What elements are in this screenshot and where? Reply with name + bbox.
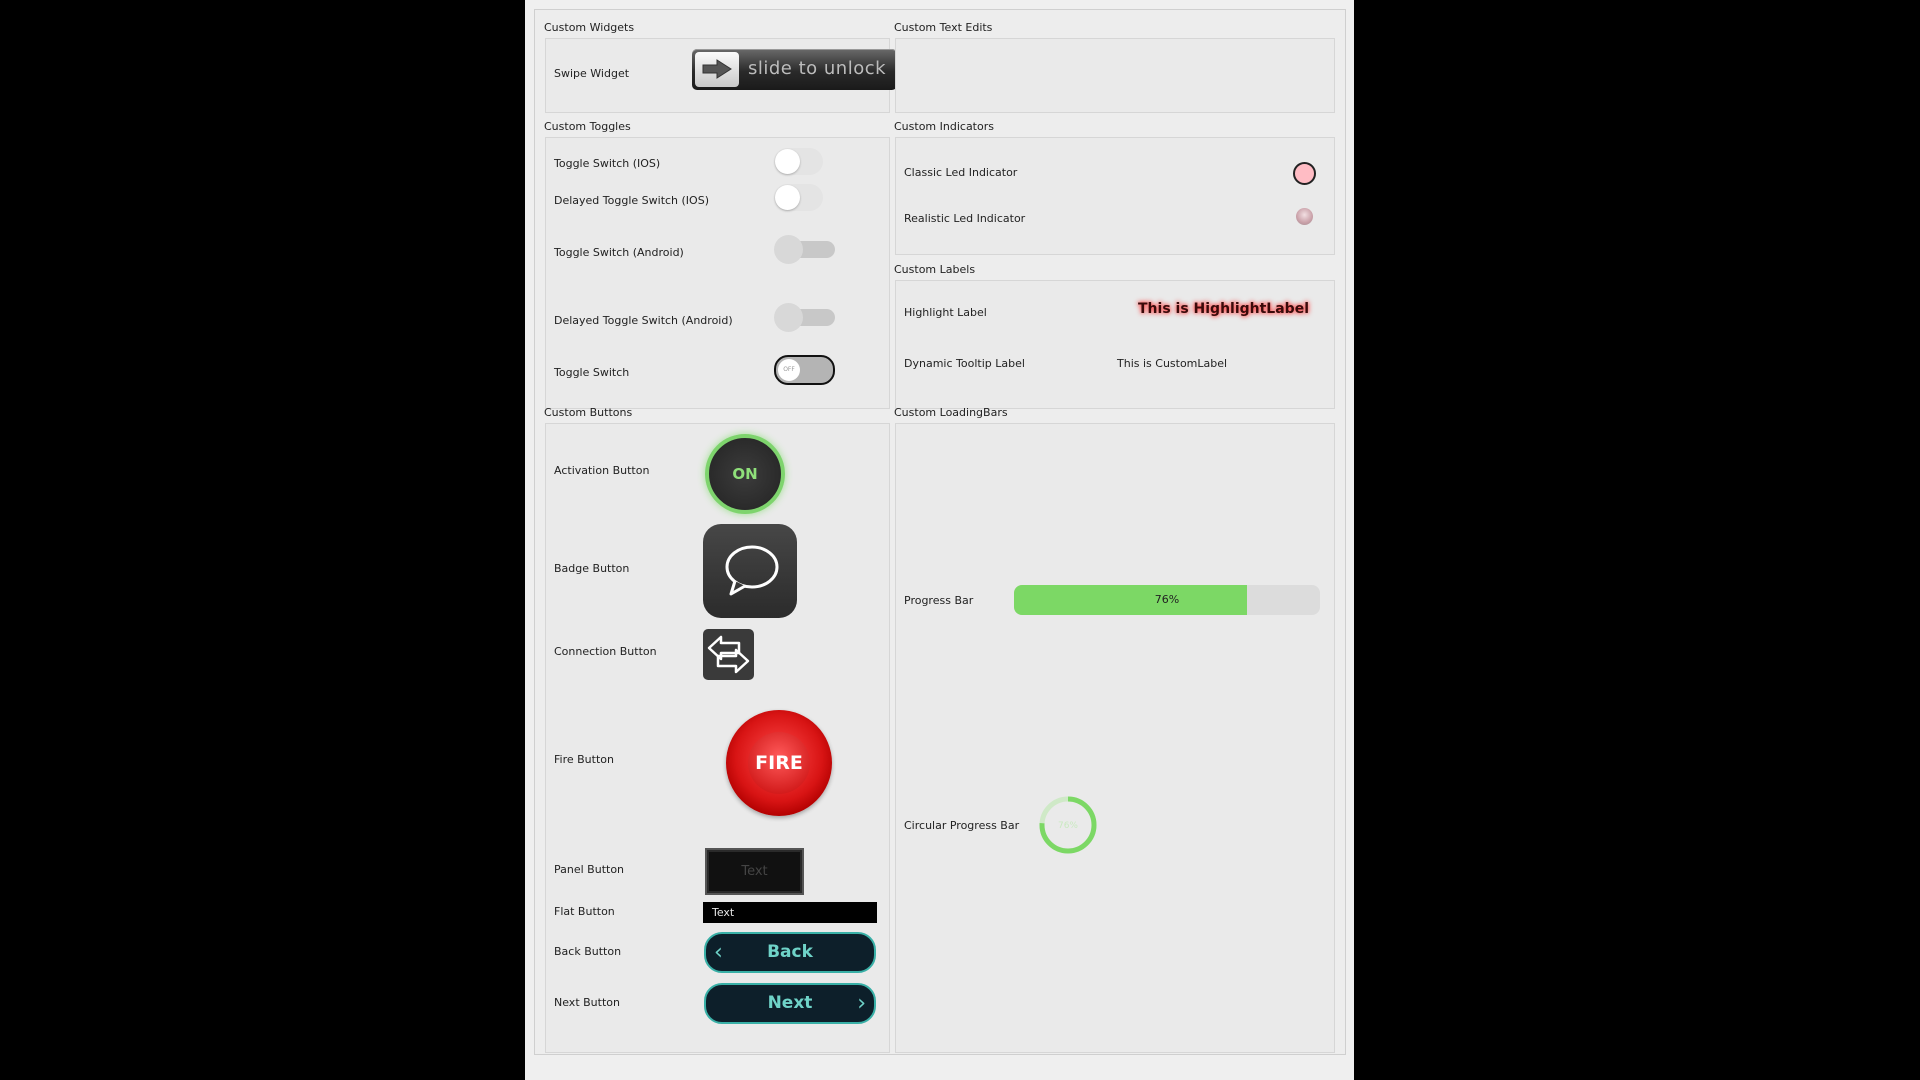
swipe-widget-label: Swipe Widget bbox=[554, 67, 630, 80]
group-title-custom-toggles: Custom Toggles bbox=[544, 120, 631, 133]
swap-arrows-icon bbox=[707, 635, 750, 674]
delayed-toggle-switch-android[interactable] bbox=[774, 303, 835, 332]
chevron-left-icon: ‹ bbox=[714, 940, 723, 965]
progress-bar-text: 76% bbox=[1154, 593, 1180, 606]
dynamic-tooltip-label[interactable]: This is CustomLabel bbox=[1117, 357, 1227, 370]
group-title-custom-text-edits: Custom Text Edits bbox=[894, 21, 993, 34]
custom-labels-panel: Highlight Label This is HighlightLabel D… bbox=[895, 280, 1335, 409]
panel-button[interactable]: Text bbox=[705, 848, 804, 895]
realistic-led-indicator bbox=[1296, 208, 1313, 225]
toggle-knob bbox=[774, 235, 803, 264]
circular-progress-label: Circular Progress Bar bbox=[904, 819, 1020, 832]
classic-led-label: Classic Led Indicator bbox=[904, 166, 1018, 179]
flat-button-label: Flat Button bbox=[554, 905, 615, 918]
app-window: Custom Widgets Swipe Widget slide to unl… bbox=[525, 0, 1354, 1080]
back-button[interactable]: ‹ Back bbox=[704, 932, 876, 973]
highlight-label-caption: Highlight Label bbox=[904, 306, 987, 319]
chevron-right-icon: › bbox=[857, 991, 866, 1016]
group-title-custom-labels: Custom Labels bbox=[894, 263, 976, 276]
circular-progress-bar: 76% bbox=[1039, 796, 1097, 854]
swipe-widget[interactable]: slide to unlock bbox=[692, 49, 897, 90]
next-button-label: Next Button bbox=[554, 996, 620, 1009]
toggle-android-label: Toggle Switch (Android) bbox=[554, 246, 684, 259]
toggle-knob bbox=[775, 149, 800, 174]
arrow-right-icon bbox=[702, 59, 732, 79]
circular-progress-text: 76% bbox=[1058, 821, 1078, 831]
toggle-knob bbox=[774, 303, 803, 332]
panel-button-label: Panel Button bbox=[554, 863, 625, 876]
toggle-knob: OFF bbox=[778, 359, 800, 381]
highlight-label: This is HighlightLabel bbox=[1138, 301, 1309, 317]
connection-button-label: Connection Button bbox=[554, 645, 657, 658]
custom-indicators-panel: Classic Led Indicator Realistic Led Indi… bbox=[895, 137, 1335, 255]
realistic-led-label: Realistic Led Indicator bbox=[904, 212, 1026, 225]
widget-gallery-frame: Custom Widgets Swipe Widget slide to unl… bbox=[534, 9, 1346, 1055]
group-title-custom-buttons: Custom Buttons bbox=[544, 406, 633, 419]
toggle-delayed-ios-label: Delayed Toggle Switch (IOS) bbox=[554, 194, 709, 207]
toggle-switch[interactable]: OFF bbox=[774, 355, 835, 385]
delayed-toggle-switch-ios[interactable] bbox=[774, 184, 823, 211]
toggle-switch-ios[interactable] bbox=[774, 148, 823, 175]
custom-text-edits-panel bbox=[895, 38, 1335, 113]
custom-toggles-panel: Toggle Switch (IOS) Delayed Toggle Switc… bbox=[545, 137, 890, 409]
flat-button[interactable]: Text bbox=[703, 902, 877, 923]
activation-button[interactable]: ON bbox=[705, 434, 785, 514]
group-title-custom-loadingbars: Custom LoadingBars bbox=[894, 406, 1008, 419]
progress-bar: 76% bbox=[1014, 585, 1320, 615]
toggle-knob bbox=[775, 185, 800, 210]
toggle-switch-android[interactable] bbox=[774, 235, 835, 264]
toggle-ios-label: Toggle Switch (IOS) bbox=[554, 157, 661, 170]
badge-button-label: Badge Button bbox=[554, 562, 630, 575]
swipe-text: slide to unlock bbox=[748, 58, 887, 79]
custom-buttons-panel: Activation Button ON Badge Button Connec… bbox=[545, 423, 890, 1053]
back-button-text: Back bbox=[767, 942, 813, 962]
badge-button[interactable] bbox=[703, 524, 797, 618]
dynamic-tooltip-caption: Dynamic Tooltip Label bbox=[904, 357, 1025, 370]
group-title-custom-widgets: Custom Widgets bbox=[544, 21, 635, 34]
toggle-delayed-android-label: Delayed Toggle Switch (Android) bbox=[554, 314, 733, 327]
fire-button[interactable]: FIRE bbox=[726, 710, 832, 816]
activation-button-label: Activation Button bbox=[554, 464, 650, 477]
custom-widgets-panel: Swipe Widget slide to unlock bbox=[545, 38, 897, 113]
swipe-handle[interactable] bbox=[695, 52, 739, 87]
toggle-switch-label: Toggle Switch bbox=[554, 366, 630, 379]
back-button-label: Back Button bbox=[554, 945, 622, 958]
connection-button[interactable] bbox=[703, 629, 754, 680]
fire-button-label: Fire Button bbox=[554, 753, 614, 766]
fire-button-text: FIRE bbox=[748, 732, 810, 794]
progress-bar-label: Progress Bar bbox=[904, 594, 974, 607]
classic-led-indicator bbox=[1293, 162, 1316, 185]
speech-bubble-icon bbox=[725, 545, 779, 596]
next-button[interactable]: Next › bbox=[704, 983, 876, 1024]
group-title-custom-indicators: Custom Indicators bbox=[894, 120, 994, 133]
next-button-text: Next bbox=[767, 993, 813, 1013]
custom-loadingbars-panel: Progress Bar 76% Circular Progress Bar 7… bbox=[895, 423, 1335, 1053]
